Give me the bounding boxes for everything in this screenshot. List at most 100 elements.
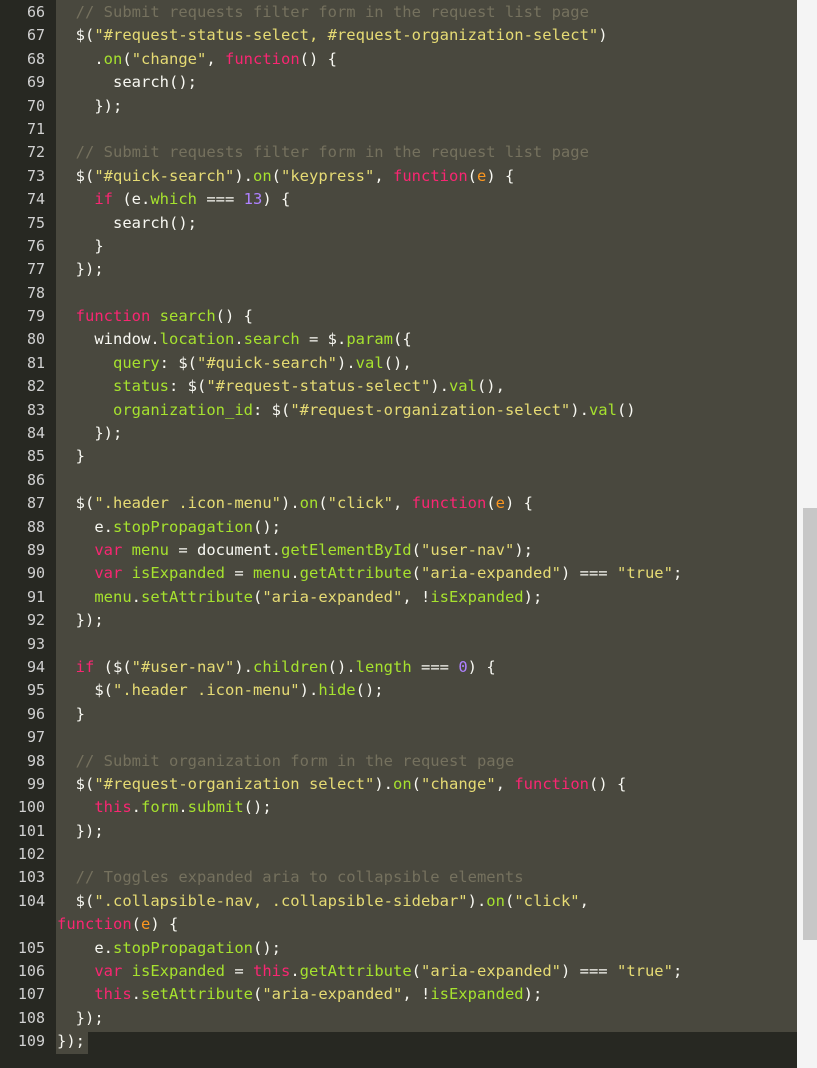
code-token-plain: ).	[234, 166, 253, 185]
code-line[interactable]: 97	[0, 726, 797, 749]
code-line[interactable]: 73 $("#quick-search").on("keypress", fun…	[0, 165, 797, 188]
code-line[interactable]: 78	[0, 282, 797, 305]
code-line[interactable]: 69 search();	[0, 71, 797, 94]
code-line[interactable]: 71	[0, 118, 797, 141]
code-line[interactable]: 91 menu.setAttribute("aria-expanded", !i…	[0, 586, 797, 609]
code-token-keyword: this	[94, 985, 132, 1004]
code-token-method: getAttribute	[299, 962, 412, 981]
code-token-plain: search();	[57, 73, 197, 92]
code-token-plain: ,	[495, 774, 515, 793]
code-line[interactable]: 72 // Submit requests filter form in the…	[0, 141, 797, 164]
code-token-keyword: function	[393, 166, 468, 185]
code-token-plain: ) ===	[560, 564, 617, 583]
code-token-plain: ) {	[262, 190, 291, 209]
code-line[interactable]: 90 var isExpanded = menu.getAttribute("a…	[0, 562, 797, 585]
code-line[interactable]: 85 }	[0, 445, 797, 468]
code-token-plain: $(	[57, 494, 95, 513]
code-token-plain: $(	[57, 891, 95, 910]
code-token-method: query	[113, 353, 160, 372]
code-line[interactable]: 70 });	[0, 95, 797, 118]
code-token-method: menu	[253, 564, 291, 583]
code-lines[interactable]: 66 // Submit requests filter form in the…	[0, 1, 797, 1054]
code-line[interactable]: 96 }	[0, 703, 797, 726]
code-line[interactable]: 88 e.stopPropagation();	[0, 516, 797, 539]
code-token-plain: ;	[672, 564, 683, 583]
code-text: }	[57, 235, 787, 258]
code-line[interactable]: 103 // Toggles expanded aria to collapsi…	[0, 866, 797, 889]
line-number: 97	[26, 728, 45, 747]
code-token-method: submit	[187, 798, 244, 817]
line-number: 83	[26, 400, 45, 419]
code-token-method: on	[392, 774, 412, 793]
code-line[interactable]: 84 });	[0, 422, 797, 445]
code-line[interactable]: 83 organization_id: $("#request-organiza…	[0, 399, 797, 422]
code-text: function search() {	[57, 305, 787, 328]
line-number: 81	[26, 353, 45, 372]
code-line[interactable]: 87 $(".header .icon-menu").on("click", f…	[0, 492, 797, 515]
code-line[interactable]: 81 query: $("#quick-search").val(),	[0, 352, 797, 375]
code-token-plain: (	[318, 494, 328, 513]
code-line[interactable]: 94 if ($("#user-nav").children().length …	[0, 656, 797, 679]
code-line[interactable]: 86	[0, 469, 797, 492]
code-token-plain: (),	[476, 377, 505, 396]
code-line[interactable]: 100 this.form.submit();	[0, 796, 797, 819]
code-token-plain: ,	[374, 166, 394, 185]
code-token-plain: );	[523, 587, 543, 606]
code-line[interactable]: 75 search();	[0, 212, 797, 235]
code-token-plain: search();	[57, 213, 197, 232]
code-line[interactable]: 106 var isExpanded = this.getAttribute("…	[0, 960, 797, 983]
code-token-keyword: this	[253, 962, 291, 981]
code-line[interactable]: 109});	[0, 1030, 797, 1053]
code-line[interactable]: 76 }	[0, 235, 797, 258]
code-token-plain: ,	[393, 494, 412, 513]
code-line[interactable]: 95 $(".header .icon-menu").hide();	[0, 679, 797, 702]
code-token-plain: window.	[57, 330, 160, 349]
line-number: 78	[26, 283, 45, 302]
code-line[interactable]: 68 .on("change", function() {	[0, 48, 797, 71]
code-token-plain: $(	[57, 26, 95, 45]
code-line[interactable]: 102	[0, 843, 797, 866]
code-line[interactable]: 66 // Submit requests filter form in the…	[0, 1, 797, 24]
code-token-plain: (	[411, 962, 421, 981]
code-token-plain: ,	[206, 49, 226, 68]
code-token-plain: (	[486, 494, 496, 513]
code-token-keyword: function	[57, 915, 132, 934]
code-line[interactable]: 82 status: $("#request-status-select").v…	[0, 375, 797, 398]
code-line[interactable]: 98 // Submit organization form in the re…	[0, 750, 797, 773]
code-token-plain: ();	[252, 517, 281, 536]
code-line[interactable]: 74 if (e.which === 13) {	[0, 188, 797, 211]
code-token-plain: }	[57, 704, 86, 723]
code-token-method: menu	[131, 540, 169, 559]
code-line[interactable]: 93	[0, 633, 797, 656]
code-line[interactable]: 92 });	[0, 609, 797, 632]
code-line[interactable]: 101 });	[0, 820, 797, 843]
code-line[interactable]: 80 window.location.search = $.param({	[0, 328, 797, 351]
code-line[interactable]: 67 $("#request-status-select, #request-o…	[0, 24, 797, 47]
code-line[interactable]: 79 function search() {	[0, 305, 797, 328]
code-text: window.location.search = $.param({	[57, 328, 787, 351]
code-line[interactable]: 89 var menu = document.getElementById("u…	[0, 539, 797, 562]
code-line[interactable]: 99 $("#request-organization select").on(…	[0, 773, 797, 796]
code-line[interactable]: 104 $(".collapsible-nav, .collapsible-si…	[0, 890, 797, 937]
line-number: 93	[26, 634, 45, 653]
code-line[interactable]: 108 });	[0, 1007, 797, 1030]
code-token-plain: ).	[570, 400, 589, 419]
line-number: 94	[26, 657, 45, 676]
code-token-plain: ) {	[486, 166, 515, 185]
code-token-string: "#request-status-select"	[206, 377, 431, 396]
code-text: // Submit requests filter form in the re…	[57, 1, 787, 24]
code-text: // Submit organization form in the reque…	[57, 750, 787, 773]
line-number: 67	[26, 26, 45, 45]
code-line[interactable]: 77 });	[0, 258, 797, 281]
code-line[interactable]: 107 this.setAttribute("aria-expanded", !…	[0, 983, 797, 1006]
vertical-scrollbar-thumb[interactable]	[803, 508, 817, 940]
code-token-method: children	[253, 657, 328, 676]
code-line[interactable]: 105 e.stopPropagation();	[0, 937, 797, 960]
code-token-string: "#request-status-select, #request-organi…	[94, 26, 599, 45]
code-text: }	[57, 703, 787, 726]
code-editor[interactable]: 66 // Submit requests filter form in the…	[0, 0, 817, 1068]
code-token-keyword: if	[94, 190, 113, 209]
